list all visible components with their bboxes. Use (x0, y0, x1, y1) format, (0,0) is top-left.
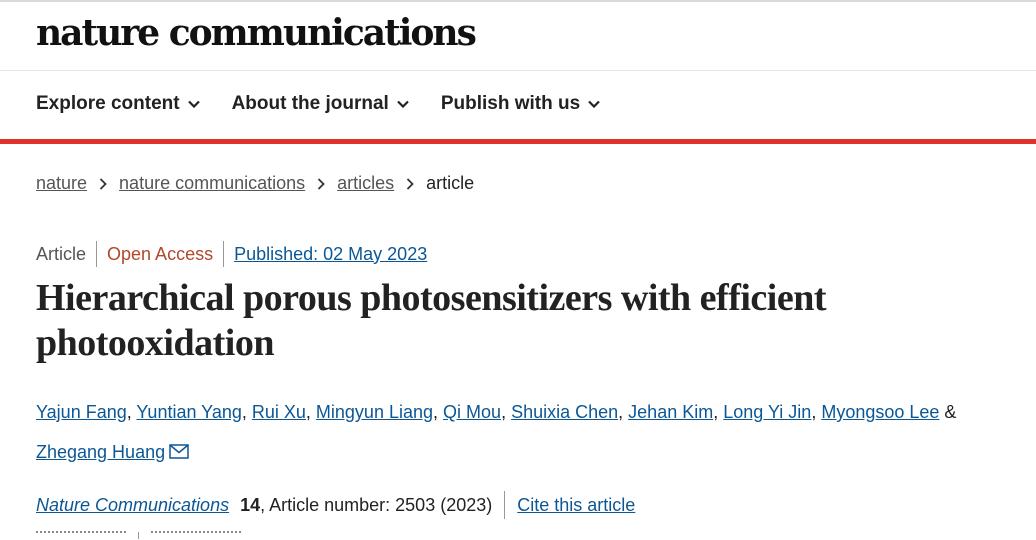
chevron-down-icon (397, 100, 409, 108)
author-link[interactable]: Zhegang Huang (36, 442, 165, 462)
journal-link[interactable]: Nature Communications (36, 495, 229, 516)
main-nav: Explore content About the journal Publis… (36, 93, 600, 115)
article-number: , Article number: 2503 (2023) (260, 494, 493, 515)
nav-explore-content[interactable]: Explore content (36, 93, 200, 115)
breadcrumb-item-articles[interactable]: articles (337, 173, 394, 194)
chevron-right-icon (406, 177, 414, 190)
cutoff-stub (151, 531, 241, 540)
article-type: Article (36, 243, 87, 264)
chevron-down-icon (588, 100, 600, 108)
cutoff-stub (36, 531, 126, 540)
chevron-right-icon (99, 177, 107, 190)
author-link[interactable]: Yuntian Yang (136, 402, 241, 422)
breadcrumb-item-nature[interactable]: nature (36, 173, 87, 194)
mail-icon[interactable] (169, 444, 189, 459)
breadcrumb-item-nature-communications[interactable]: nature communications (119, 173, 305, 194)
nav-label: Explore content (36, 93, 180, 114)
cite-this-article-link[interactable]: Cite this article (517, 495, 635, 516)
citation-line: Nature Communications 14 , Article numbe… (36, 491, 635, 519)
author-link[interactable]: Long Yi Jin (723, 402, 811, 422)
author-link[interactable]: Mingyun Liang (316, 402, 433, 422)
author-link[interactable]: Yajun Fang (36, 402, 127, 422)
citation-divider (504, 491, 506, 519)
author-link[interactable]: Qi Mou (443, 402, 501, 422)
nav-label: Publish with us (440, 93, 581, 114)
author-link[interactable]: Rui Xu (252, 402, 306, 422)
published-date-link[interactable]: Published: 02 May 2023 (234, 244, 427, 265)
volume-number: 14 (240, 494, 261, 515)
top-rule (0, 0, 1036, 2)
chevron-down-icon (187, 100, 200, 108)
nav-publish-with-us[interactable]: Publish with us (441, 93, 600, 115)
breadcrumb: nature nature communications articles ar… (36, 173, 474, 194)
meta-divider (223, 241, 225, 267)
article-meta: Article Open Access Published: 02 May 20… (36, 241, 427, 267)
author-link[interactable]: Shuixia Chen (511, 402, 618, 422)
article-title: Hierarchical porous photosensitizers wit… (36, 277, 827, 364)
metrics-row-cutoff (36, 531, 241, 540)
accent-bar (0, 139, 1036, 144)
header-divider (0, 70, 1036, 71)
author-list: Yajun Fang, Yuntian Yang, Rui Xu, Mingyu… (36, 402, 957, 462)
author-link[interactable]: Myongsoo Lee (821, 402, 939, 422)
journal-logo[interactable]: nature communications (36, 12, 477, 54)
breadcrumb-current: article (426, 173, 475, 193)
open-access-label: Open Access (107, 243, 214, 264)
chevron-right-icon (317, 177, 325, 190)
nav-about-journal[interactable]: About the journal (232, 93, 409, 115)
nav-label: About the journal (231, 93, 389, 114)
author-link[interactable]: Jehan Kim (628, 402, 713, 422)
meta-divider (96, 241, 98, 267)
